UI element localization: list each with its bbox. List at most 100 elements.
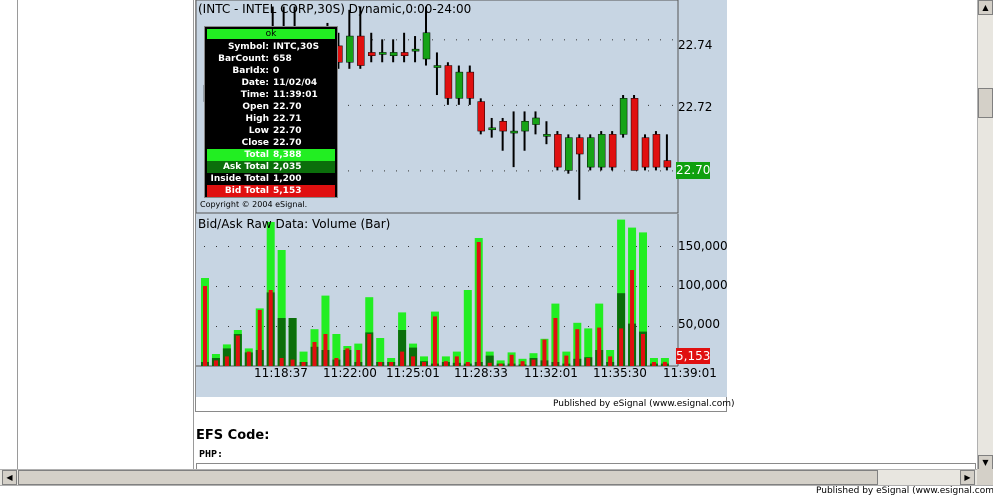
grid-dot: [456, 286, 457, 287]
grid-dot: [492, 286, 493, 287]
volume-bid-bar: [400, 351, 405, 366]
grid-dot: [396, 286, 397, 287]
copyright-text: Copyright © 2004 eSignal.: [200, 200, 308, 209]
grid-dot: [396, 246, 397, 247]
grid-dot: [264, 286, 265, 287]
volume-bid-bar: [268, 290, 273, 366]
grid-dot: [648, 246, 649, 247]
grid-dot: [348, 104, 349, 106]
grid-dot: [516, 286, 517, 287]
grid-dot: [240, 286, 241, 287]
volume-bid-bar: [608, 356, 613, 366]
vertical-scrollbar[interactable]: ▲ ▼: [977, 0, 993, 470]
data-tooltip: ok Symbol: INTC,30S BarCount: 658 BarIdx: 0 Da…: [204, 26, 338, 198]
grid-dot: [384, 286, 385, 287]
tooltip-value: 658: [273, 54, 292, 64]
volume-ask-bar: [288, 318, 297, 366]
horizontal-scrollbar[interactable]: ◀ ▶: [0, 469, 977, 485]
tooltip-row: Low 22.70: [207, 125, 335, 137]
grid-dot: [396, 39, 397, 41]
price-bar: [488, 127, 496, 131]
tooltip-value: 11/02/04: [273, 78, 318, 88]
grid-dot: [432, 104, 433, 106]
grid-dot: [252, 246, 253, 247]
grid-dot: [672, 104, 673, 106]
grid-dot: [228, 246, 229, 247]
volume-bid-bar: [279, 358, 284, 366]
last-volume-label: 5,153: [676, 348, 711, 364]
vertical-scroll-thumb[interactable]: [978, 88, 993, 118]
grid-dot: [468, 39, 469, 41]
volume-bid-bar: [553, 318, 558, 366]
grid-dot: [600, 170, 601, 172]
price-bar: [444, 65, 453, 99]
content-left-line: [193, 0, 194, 470]
grid-dot: [576, 246, 577, 247]
grid-dot: [624, 170, 625, 172]
tooltip-value: INTC,30S: [273, 42, 320, 52]
time-tick-1: 11:18:37: [254, 366, 308, 380]
volume-bid-bar: [203, 286, 207, 366]
grid-dot: [468, 104, 469, 106]
volume-bid-bar: [542, 339, 547, 366]
grid-dot: [552, 39, 553, 41]
scroll-right-button[interactable]: ▶: [960, 470, 975, 485]
tooltip-header[interactable]: ok: [207, 29, 335, 39]
volume-bid-bar: [345, 348, 350, 366]
grid-dot: [576, 104, 577, 106]
grid-dot: [204, 246, 205, 247]
tooltip-value: 22.70: [273, 138, 302, 148]
scroll-down-button[interactable]: ▼: [978, 455, 993, 470]
tooltip-row: Inside Total 1,200: [207, 173, 335, 185]
grid-dot: [648, 104, 649, 106]
grid-dot: [600, 246, 601, 247]
scroll-up-button[interactable]: ▲: [978, 0, 993, 15]
php-label: PHP:: [199, 449, 224, 460]
grid-dot: [504, 286, 505, 287]
grid-dot: [408, 104, 409, 106]
published-footer-outer-text: Published by eSignal (www.esignal.com): [816, 486, 993, 496]
tooltip-label: Ask Total: [222, 162, 269, 172]
grid-dot: [480, 39, 481, 41]
volume-tick-150000: 150,000: [678, 239, 728, 253]
price-bar: [565, 137, 573, 171]
grid-dot: [456, 326, 457, 327]
price-bar: [378, 52, 387, 55]
scroll-left-button[interactable]: ◀: [2, 470, 17, 485]
tooltip-row: Time: 11:39:01: [207, 89, 335, 101]
volume-bid-bar: [619, 328, 624, 366]
grid-dot: [636, 246, 637, 247]
grid-dot: [384, 39, 385, 41]
efs-code-heading: EFS Code:: [196, 428, 270, 443]
grid-dot: [492, 104, 493, 106]
price-bar: [532, 117, 540, 125]
volume-bid-bar: [213, 360, 218, 366]
grid-dot: [660, 170, 661, 172]
grid-dot: [348, 286, 349, 287]
tooltip-row: Close 22.70: [207, 137, 335, 149]
price-bar: [641, 137, 650, 168]
price-bar: [597, 134, 606, 168]
grid-dot: [612, 39, 613, 41]
volume-bid-bar: [575, 329, 580, 366]
grid-dot: [528, 170, 529, 172]
grid-dot: [600, 104, 601, 106]
grid-dot: [528, 286, 529, 287]
grid-dot: [672, 246, 673, 247]
tooltip-row: High 22.71: [207, 113, 335, 125]
tooltip-label: Close: [241, 138, 269, 148]
tooltip-value: 11:39:01: [273, 90, 318, 100]
grid-dot: [420, 170, 421, 172]
tooltip-row: BarIdx: 0: [207, 65, 335, 77]
tooltip-label: Inside Total: [210, 174, 269, 184]
volume-bid-bar: [586, 358, 591, 366]
tooltip-value: 0: [273, 66, 280, 76]
grid-dot: [372, 170, 373, 172]
grid-dot: [336, 326, 337, 327]
horizontal-scroll-thumb[interactable]: [18, 470, 878, 485]
tooltip-value: 1,200: [273, 174, 302, 184]
tooltip-row: Bid Total 5,153: [207, 185, 335, 197]
grid-dot: [384, 104, 385, 106]
time-tick-7: 11:39:01: [663, 366, 717, 380]
grid-dot: [588, 104, 589, 106]
